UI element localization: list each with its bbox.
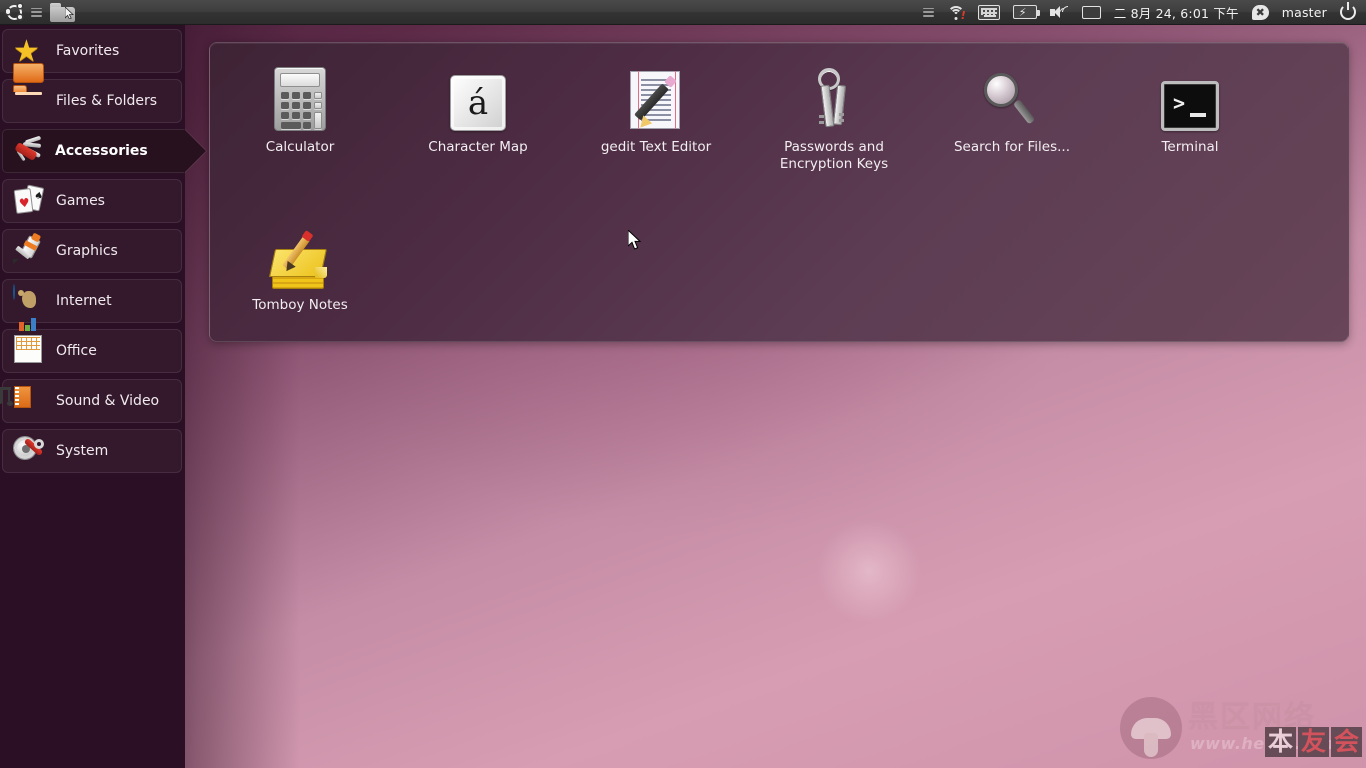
app-label: Calculator xyxy=(265,139,335,155)
app-label: Character Map xyxy=(428,139,528,155)
selection-arrow xyxy=(184,129,206,173)
battery-charging-icon[interactable]: ⚡ xyxy=(1011,0,1040,25)
sidebar-item-internet[interactable]: Internet xyxy=(2,279,182,323)
magnifier-icon xyxy=(924,57,1100,131)
folder-icon xyxy=(12,63,46,118)
panel-left-group xyxy=(0,0,77,25)
globe-icon xyxy=(12,284,46,318)
watermark: 黑区网络 www.heiqu.com 本 友 会 xyxy=(1120,692,1362,764)
character-map-glyph: á xyxy=(450,75,506,131)
sidebar-item-sound-and-video[interactable]: Sound & Video xyxy=(0,379,182,423)
app-terminal[interactable]: > Terminal xyxy=(1102,57,1278,156)
app-label-line1: Passwords and xyxy=(784,139,884,155)
messaging-envelope-icon[interactable] xyxy=(1080,0,1103,25)
app-label: Terminal xyxy=(1161,139,1219,155)
overlay-char-2: 友 xyxy=(1297,727,1329,757)
sidebar-item-label: Office xyxy=(56,343,97,359)
watermark-overlay: 本 友 会 xyxy=(1264,727,1362,757)
app-calculator[interactable]: Calculator xyxy=(212,57,388,156)
mouse-cursor xyxy=(628,230,642,250)
terminal-icon: > xyxy=(1102,57,1278,131)
app-search-for-files[interactable]: Search for Files... xyxy=(924,57,1100,156)
app-label: gedit Text Editor xyxy=(600,139,712,155)
user-name[interactable]: master xyxy=(1280,0,1329,25)
cursor-glyph-icon xyxy=(65,6,74,19)
application-grid: Calculator á Character Map gedit Text Ed… xyxy=(210,43,1348,341)
sidebar-item-office[interactable]: Office xyxy=(2,318,182,373)
system-tray: ! ⚡ 二 8月 24, 6:01 下午 ✖ master xyxy=(921,0,1366,25)
keyboard-indicator-icon[interactable] xyxy=(976,0,1002,25)
overlay-char-1: 本 xyxy=(1264,727,1296,757)
sidebar-item-games[interactable]: ♠ ♥ Games xyxy=(2,179,182,223)
gedit-icon xyxy=(568,57,744,132)
film-music-icon xyxy=(0,384,46,418)
spreadsheet-icon xyxy=(12,318,46,368)
menu-indicator-icon[interactable] xyxy=(921,0,936,25)
applications-panel: Calculator á Character Map gedit Text Ed… xyxy=(209,42,1349,342)
tomboy-notes-icon xyxy=(212,215,388,289)
sidebar-item-label: Sound & Video xyxy=(56,393,160,409)
wifi-alert-icon[interactable]: ! xyxy=(945,0,967,25)
sidebar-item-accessories[interactable]: Accessories xyxy=(2,129,222,173)
sidebar-item-label: Games xyxy=(56,193,105,209)
calculator-icon xyxy=(212,57,388,131)
sidebar-item-label: Accessories xyxy=(55,143,148,159)
overlay-char-3: 会 xyxy=(1330,727,1362,757)
keys-icon xyxy=(746,57,922,131)
user-offline-icon[interactable]: ✖ xyxy=(1250,0,1271,25)
app-label-line2: Encryption Keys xyxy=(779,156,889,172)
sidebar-item-graphics[interactable]: Graphics xyxy=(2,229,182,273)
terminal-prompt-glyph: > xyxy=(1173,91,1186,115)
category-sidebar: ★ Favorites Files & Folders Accessories … xyxy=(0,25,206,768)
sidebar-item-label: Graphics xyxy=(56,243,118,259)
swiss-knife-icon xyxy=(11,134,45,168)
file-manager-icon[interactable] xyxy=(48,0,77,25)
sidebar-item-label: Internet xyxy=(56,293,112,309)
app-tomboy-notes[interactable]: Tomboy Notes xyxy=(212,215,388,314)
app-label: Tomboy Notes xyxy=(252,297,348,313)
gear-wrench-icon xyxy=(12,434,46,468)
sidebar-item-files-and-folders[interactable]: Files & Folders xyxy=(2,63,182,123)
sidebar-item-label: System xyxy=(56,443,109,459)
app-label: Search for Files... xyxy=(953,139,1071,155)
app-character-map[interactable]: á Character Map xyxy=(390,57,566,156)
power-icon[interactable] xyxy=(1338,0,1358,25)
menu-icon[interactable] xyxy=(29,0,44,25)
sidebar-item-label: Favorites xyxy=(56,43,120,59)
ubuntu-logo-icon[interactable] xyxy=(4,0,25,25)
sidebar-item-system[interactable]: System xyxy=(2,429,182,473)
app-passwords-and-encryption-keys[interactable]: Passwords and Encryption Keys xyxy=(746,57,922,173)
watermark-text: 黑区网络 www.heiqu.com 本 友 会 xyxy=(1187,697,1362,759)
sidebar-item-label: Files & Folders xyxy=(56,93,158,109)
mushroom-logo-icon xyxy=(1120,697,1182,759)
paint-tube-icon xyxy=(12,232,46,268)
app-gedit-text-editor[interactable]: gedit Text Editor xyxy=(568,57,744,156)
volume-icon[interactable] xyxy=(1048,0,1077,25)
clock-datetime[interactable]: 二 8月 24, 6:01 下午 xyxy=(1112,0,1241,25)
character-map-icon: á xyxy=(390,57,566,131)
top-panel: ! ⚡ 二 8月 24, 6:01 下午 ✖ master xyxy=(0,0,1366,25)
playing-cards-icon: ♠ ♥ xyxy=(12,184,46,218)
